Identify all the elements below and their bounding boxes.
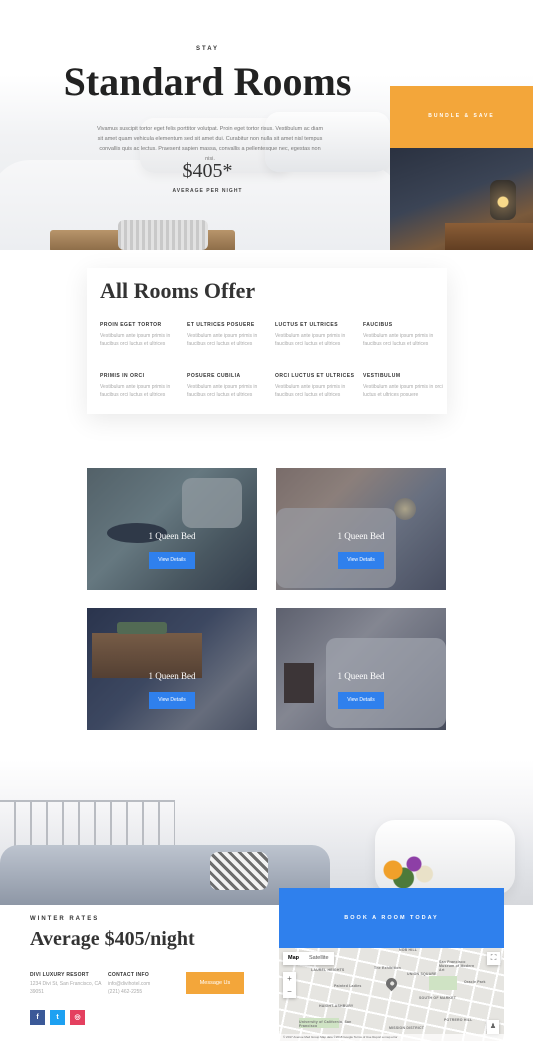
features-title: All Rooms Offer [100, 278, 256, 303]
room-card: 1 Queen Bed View Details [87, 608, 257, 730]
fullscreen-icon[interactable]: ⛶ [487, 952, 500, 965]
feature-item: LUCTUS ET ULTRICES Vestibulum ante ipsum… [275, 322, 357, 348]
tab-satellite[interactable]: Satellite [304, 952, 334, 965]
room-name: 1 Queen Bed [337, 531, 385, 541]
feature-item: FAUCIBUS Vestibulum ante ipsum primis in… [363, 322, 445, 348]
hero-blanket [118, 220, 208, 250]
hero-price-label: AVERAGE PER NIGHT [172, 188, 243, 194]
feature-item: ET ULTRICES POSUERE Vestibulum ante ipsu… [187, 322, 269, 348]
twitter-icon[interactable]: t [50, 1010, 65, 1025]
room-card: 1 Queen Bed View Details [87, 468, 257, 590]
page-title: Standard Rooms [63, 59, 352, 104]
map-park [429, 976, 457, 990]
footer-eyebrow: WINTER RATES [30, 916, 100, 922]
room-overlay [87, 468, 257, 590]
map-label: The Exhibition [374, 966, 401, 970]
room-overlay [276, 468, 446, 590]
message-us-button[interactable]: Message Us [186, 972, 244, 994]
book-label: BOOK A ROOM TODAY [344, 915, 439, 921]
map-label: LAUREL HEIGHTS [311, 968, 345, 972]
feature-text: Vestibulum ante ipsum primis in faucibus… [275, 384, 346, 398]
feature-text: Vestibulum ante ipsum primis in orci luc… [363, 384, 443, 398]
bundle-label: BUNDLE & SAVE [428, 113, 495, 119]
resort-address: DIVI LUXURY RESORT 1234 Divi St, San Fra… [30, 972, 110, 996]
nightstand-shape [445, 223, 533, 250]
room-name: 1 Queen Bed [148, 531, 196, 541]
footer-headline: Average $405/night [30, 928, 195, 950]
room-overlay [276, 608, 446, 730]
contact-phone[interactable]: (221) 462-2255 [108, 988, 188, 996]
view-details-button[interactable]: View Details [149, 692, 195, 709]
feature-text: Vestibulum ante ipsum primis in faucibus… [187, 333, 258, 347]
map-label: POTRERO HILL [444, 1018, 473, 1022]
bundle-and-save-link[interactable]: BUNDLE & SAVE [390, 86, 533, 148]
feature-title: PRIMIS IN ORCI [100, 373, 145, 379]
room-overlay [87, 608, 257, 730]
feature-text: Vestibulum ante ipsum primis in faucibus… [275, 333, 346, 347]
lamp-shape [490, 180, 516, 220]
hero-description: Vivamus suscipit tortor eget felis portt… [96, 126, 324, 162]
room-card: 1 Queen Bed View Details [276, 468, 446, 590]
tab-map[interactable]: Map [283, 952, 304, 965]
zoom-control: + − [283, 972, 296, 998]
map-attribution: © 2017 Avenue Med Group Map data ©2018 G… [279, 1034, 504, 1041]
zoom-in-button[interactable]: + [283, 972, 296, 985]
view-details-button[interactable]: View Details [338, 552, 384, 569]
feature-text: Vestibulum ante ipsum primis in faucibus… [363, 333, 434, 347]
feature-item: PRIMIS IN ORCI Vestibulum ante ipsum pri… [100, 373, 182, 399]
feature-title: VESTIBULUM [363, 373, 401, 379]
feature-text: Vestibulum ante ipsum primis in faucibus… [187, 384, 258, 398]
contact-email[interactable]: info@divihotel.com [108, 980, 188, 988]
feature-title: ET ULTRICES POSUERE [187, 322, 255, 328]
feature-title: PROIN EGET TORTOR [100, 322, 162, 328]
address-line: 39051 [30, 989, 44, 995]
instagram-icon[interactable]: ◎ [70, 1010, 85, 1025]
feature-item: ORCI LUCTUS ET ULTRICES Vestibulum ante … [275, 373, 357, 399]
map-label: University of California, San Francisco [299, 1020, 352, 1028]
room-features-card: All Rooms Offer PROIN EGET TORTOR Vestib… [87, 268, 447, 414]
map-label: San Francisco Museum of Modern Art [439, 960, 475, 972]
feature-title: POSUERE CUBILIA [187, 373, 241, 379]
feature-item: PROIN EGET TORTOR Vestibulum ante ipsum … [100, 322, 182, 348]
flowers-shape [372, 850, 442, 890]
map-label: HAIGHT-ASHBURY [319, 1004, 354, 1008]
contact-heading: CONTACT INFO [108, 972, 150, 978]
zoom-out-button[interactable]: − [283, 985, 296, 998]
map-label: MISSION DISTRICT [389, 1026, 425, 1030]
hero-eyebrow: STAY [195, 46, 219, 52]
lounge-background-image [0, 760, 533, 905]
hero-price: $405* [182, 160, 233, 182]
pillow-shape [210, 852, 268, 890]
contact-info: CONTACT INFO info@divihotel.com (221) 46… [108, 972, 188, 996]
feature-title: ORCI LUCTUS ET ULTRICES [275, 373, 355, 379]
map-label: NOB HILL [399, 948, 418, 952]
map-label: Oracle Park [464, 980, 486, 984]
feature-item: POSUERE CUBILIA Vestibulum ante ipsum pr… [187, 373, 269, 399]
room-card: 1 Queen Bed View Details [276, 608, 446, 730]
feature-text: Vestibulum ante ipsum primis in faucibus… [100, 384, 171, 398]
resort-heading: DIVI LUXURY RESORT [30, 972, 90, 978]
address-line: 1234 Divi St, San Francisco, CA [30, 981, 102, 987]
railing-shape [0, 800, 175, 850]
feature-title: FAUCIBUS [363, 322, 393, 328]
street-view-pegman-icon[interactable]: ♟ [487, 1020, 499, 1034]
book-a-room-button[interactable]: BOOK A ROOM TODAY [279, 888, 504, 948]
view-details-button[interactable]: View Details [149, 552, 195, 569]
map-widget[interactable]: NOB HILL San Francisco Museum of Modern … [279, 948, 504, 1041]
facebook-icon[interactable]: f [30, 1010, 45, 1025]
feature-item: VESTIBULUM Vestibulum ante ipsum primis … [363, 373, 445, 399]
room-name: 1 Queen Bed [337, 671, 385, 681]
map-label: UNION SQUARE [407, 972, 437, 976]
map-type-tabs: Map Satellite [283, 952, 334, 965]
feature-text: Vestibulum ante ipsum primis in faucibus… [100, 333, 171, 347]
bedside-lamp-image [390, 148, 533, 250]
map-label: Painted Ladies [334, 984, 362, 988]
feature-title: LUCTUS ET ULTRICES [275, 322, 339, 328]
room-name: 1 Queen Bed [148, 671, 196, 681]
map-label: SOUTH OF MARKET [419, 996, 457, 1000]
view-details-button[interactable]: View Details [338, 692, 384, 709]
